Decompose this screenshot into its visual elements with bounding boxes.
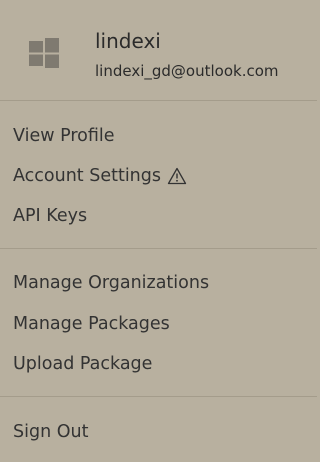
sign-out-link[interactable]: Sign Out xyxy=(13,417,88,447)
menu-item-label: Manage Packages xyxy=(13,314,170,334)
menu-item-label: Upload Package xyxy=(13,354,153,374)
windows-logo-icon xyxy=(29,38,59,68)
user-email: lindexi_gd@outlook.com xyxy=(95,62,279,80)
account-settings-link[interactable]: Account Settings xyxy=(13,161,187,191)
menu-item-label: Sign Out xyxy=(13,422,89,442)
menu-item-label: Account Settings xyxy=(13,166,161,186)
username: lindexi xyxy=(95,29,161,53)
divider xyxy=(0,396,317,397)
user-menu: lindexi lindexi_gd@outlook.com View Prof… xyxy=(0,0,317,462)
profile-header: lindexi lindexi_gd@outlook.com xyxy=(0,0,317,100)
menu-item-label: View Profile xyxy=(13,126,115,146)
divider xyxy=(0,100,317,101)
view-profile-link[interactable]: View Profile xyxy=(13,121,115,151)
manage-packages-link[interactable]: Manage Packages xyxy=(13,309,170,339)
menu-item-label: API Keys xyxy=(13,206,88,226)
warning-icon xyxy=(167,167,187,185)
upload-package-link[interactable]: Upload Package xyxy=(13,349,152,379)
api-keys-link[interactable]: API Keys xyxy=(13,201,87,231)
menu-item-label: Manage Organizations xyxy=(13,273,210,293)
manage-organizations-link[interactable]: Manage Organizations xyxy=(13,268,209,298)
divider xyxy=(0,248,317,249)
